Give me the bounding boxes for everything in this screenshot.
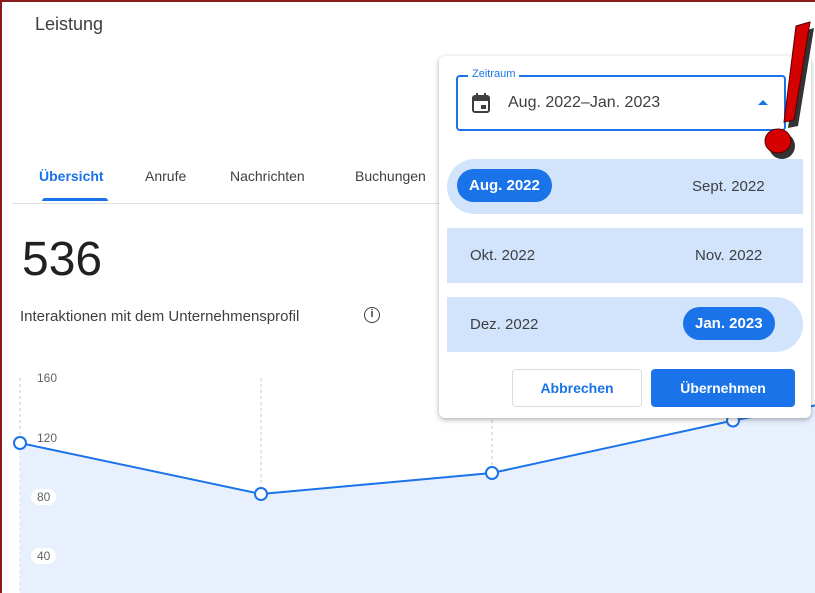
- chart-point[interactable]: [485, 466, 499, 480]
- date-range-field[interactable]: Zeitraum Aug. 2022–Jan. 2023: [456, 68, 786, 131]
- tab-bar: Übersicht Anrufe Nachrichten Buchungen: [22, 160, 442, 204]
- chart-point[interactable]: [254, 487, 268, 501]
- date-range-legend: Zeitraum: [468, 68, 520, 80]
- metric-label: Interaktionen mit dem Unternehmensprofil: [20, 308, 300, 325]
- month-sept-2022[interactable]: Sept. 2022: [692, 178, 765, 195]
- calendar-icon: [472, 93, 490, 113]
- date-range-panel: Zeitraum Aug. 2022–Jan. 2023 Aug. 2022 S…: [439, 56, 811, 418]
- month-nov-2022[interactable]: Nov. 2022: [695, 247, 762, 264]
- month-dez-2022[interactable]: Dez. 2022: [470, 316, 538, 333]
- month-aug-2022[interactable]: Aug. 2022: [457, 169, 552, 202]
- tab-messages[interactable]: Nachrichten: [230, 168, 305, 184]
- y-tick-label: 120: [31, 430, 64, 446]
- tab-bookings[interactable]: Buchungen: [355, 168, 426, 184]
- chart-point[interactable]: [13, 436, 27, 450]
- metric-value: 536: [22, 233, 103, 286]
- page-title: Leistung: [35, 14, 104, 34]
- tabs-divider: [12, 203, 442, 204]
- month-okt-2022[interactable]: Okt. 2022: [470, 247, 535, 264]
- chart-area-fill: [20, 405, 815, 593]
- y-tick-label: 160: [31, 370, 64, 386]
- active-tab-indicator: [42, 198, 108, 201]
- tab-overview[interactable]: Übersicht: [39, 168, 104, 184]
- apply-button[interactable]: Übernehmen: [651, 369, 795, 407]
- date-range-value: Aug. 2022–Jan. 2023: [508, 94, 661, 111]
- exclamation-icon: [764, 21, 814, 159]
- cancel-button[interactable]: Abbrechen: [512, 369, 642, 407]
- y-tick-label: 80: [31, 489, 57, 505]
- month-jan-2023[interactable]: Jan. 2023: [683, 307, 775, 340]
- tab-calls[interactable]: Anrufe: [145, 168, 186, 184]
- info-icon[interactable]: i: [364, 307, 380, 323]
- y-tick-label: 40: [31, 548, 57, 564]
